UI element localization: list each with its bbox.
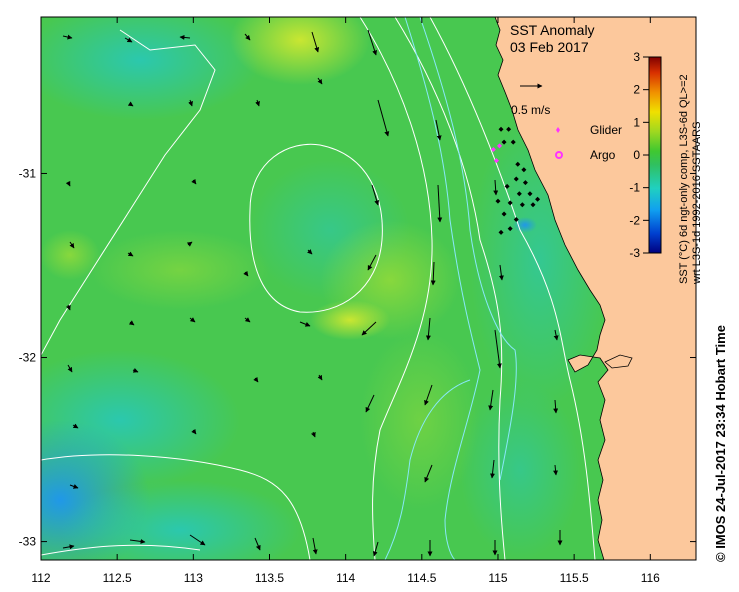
x-tick-label: 114: [336, 571, 355, 585]
x-tick-label: 113.5: [255, 571, 284, 585]
colorbar-tick-label: 3: [633, 50, 640, 64]
y-tick-label: -32: [19, 351, 37, 365]
colorbar-tick-label: -1: [629, 181, 640, 195]
colorbar-tick-label: -3: [629, 246, 640, 260]
x-tick-label: 115: [488, 571, 507, 585]
y-tick-label: -31: [19, 166, 37, 180]
x-tick-label: 113: [184, 571, 203, 585]
x-tick-label: 112.5: [103, 571, 132, 585]
imos-footer: © IMOS 24-Jul-2017 23:34 Hobart Time: [713, 325, 728, 562]
y-tick-label: -33: [19, 535, 37, 549]
scale-vector-label: 0.5 m/s: [511, 103, 550, 117]
colorbar-tick-label: -2: [629, 213, 640, 227]
argo-legend-label: Argo: [590, 148, 616, 162]
colorbar-label-1: SST (°C) 6d ngt-only comp, L3S-6d QL>=2: [678, 74, 690, 284]
colorbar-tick-label: 1: [633, 115, 640, 129]
map-date: 03 Feb 2017: [510, 39, 589, 55]
x-tick-label: 114.5: [407, 571, 436, 585]
colorbar-tick-label: 2: [633, 83, 640, 97]
colorbar-label-2: wrt L3S-1d 1992-2016 SSTAARS: [691, 121, 703, 284]
colorbar: [648, 56, 662, 254]
sst-anomaly-map: 112 112.5 113 113.5 114 114.5 115 115.5 116 -31-…: [19, 16, 697, 585]
x-tick-label: 115.5: [560, 571, 589, 585]
x-tick-label: 112: [31, 571, 50, 585]
sst-field: [41, 17, 696, 560]
map-title: SST Anomaly: [510, 22, 595, 38]
glider-legend-label: Glider: [590, 123, 622, 137]
colorbar-tick-label: 0: [633, 148, 640, 162]
x-tick-label: 116: [641, 571, 660, 585]
